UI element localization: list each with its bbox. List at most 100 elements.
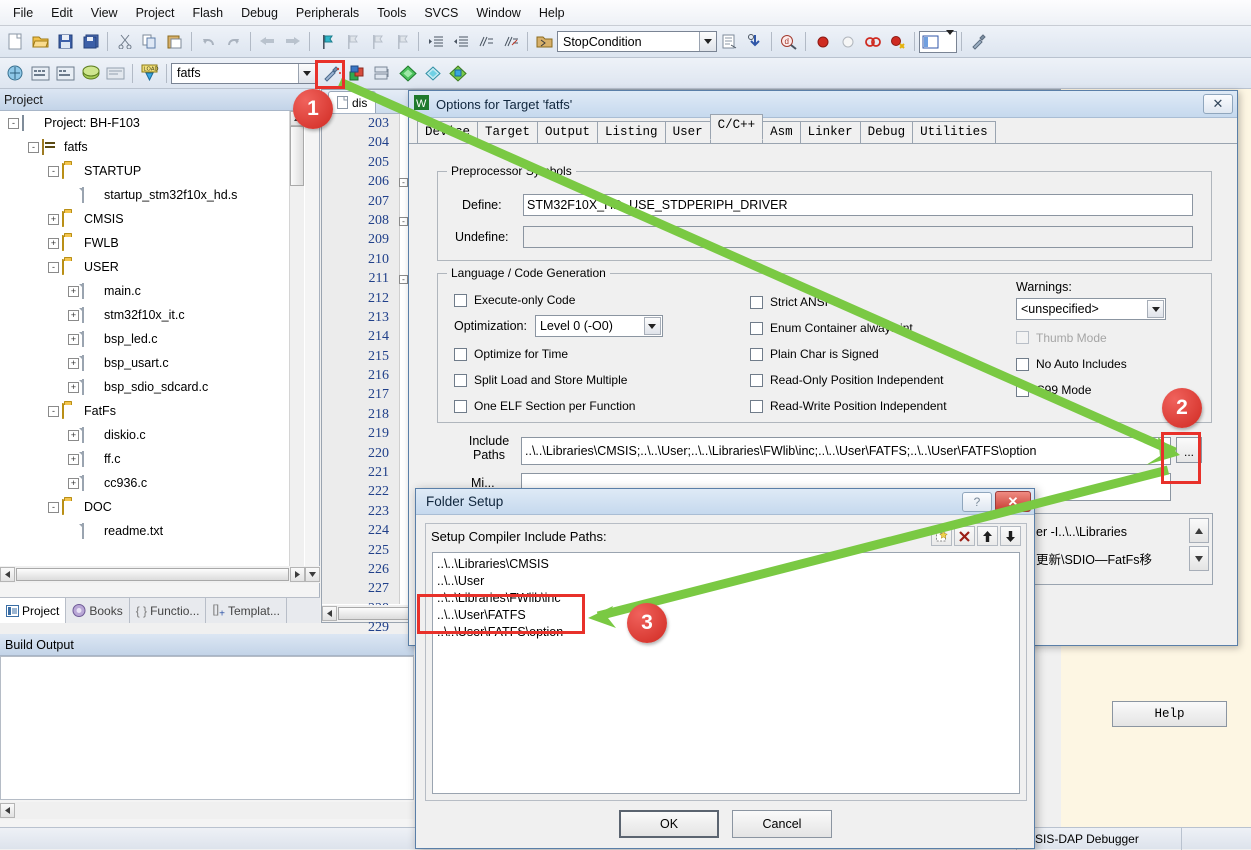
tree-item[interactable]: - STARTUP xyxy=(0,159,305,183)
insert-file-icon[interactable] xyxy=(718,30,741,53)
include-paths-list[interactable]: ..\..\Libraries\CMSIS ..\..\User ..\..\Lib… xyxy=(432,552,1020,794)
chevron-down-icon[interactable] xyxy=(643,317,661,335)
folder-setup-titlebar[interactable]: Folder Setup ? ✕ xyxy=(416,489,1034,515)
tree-item[interactable]: startup_stm32f10x_hd.s xyxy=(0,183,305,207)
new-target-icon[interactable] xyxy=(396,62,419,85)
tree-item[interactable]: + bsp_usart.c xyxy=(0,351,305,375)
checkbox-read-only-position-independent[interactable]: Read-Only Position Independent xyxy=(750,367,1020,393)
checkbox-box[interactable] xyxy=(750,347,763,361)
tab-listing[interactable]: Listing xyxy=(597,121,666,143)
include-path-item[interactable]: ..\..\User\FATFS\option xyxy=(437,624,1015,641)
manage-runtime-env-icon[interactable] xyxy=(346,62,369,85)
tab-device[interactable]: Device xyxy=(417,121,479,143)
help-icon[interactable]: ? xyxy=(962,491,992,512)
scroll-dropdown-icon[interactable] xyxy=(305,567,320,582)
expand-toggle-icon[interactable]: + xyxy=(68,477,79,489)
define-input[interactable]: STM32F10X_HD, USE_STDPERIPH_DRIVER xyxy=(523,194,1193,216)
build-output-hscrollbar[interactable] xyxy=(0,802,414,819)
scroll-up-arrow-icon[interactable] xyxy=(1189,518,1209,543)
checkbox-optimize-for-time[interactable]: Optimize for Time xyxy=(454,341,754,367)
comment-icon[interactable] xyxy=(474,30,497,53)
checkbox-box[interactable] xyxy=(750,373,763,387)
checkbox-box[interactable] xyxy=(1016,383,1029,397)
tree-item[interactable]: + bsp_sdio_sdcard.c xyxy=(0,375,305,399)
project-tree[interactable]: - Project: BH-F103- fatfs - STARTUP startup_s… xyxy=(0,111,305,569)
editor-tab[interactable]: dis xyxy=(328,91,377,113)
menu-item-edit[interactable]: Edit xyxy=(42,2,82,24)
cut-icon[interactable] xyxy=(113,30,136,53)
load-flash-icon[interactable]: LOAD xyxy=(138,62,161,85)
checkbox-execute-only-code[interactable]: Execute-only Code xyxy=(454,289,754,311)
warnings-dropdown[interactable]: <unspecified> xyxy=(1016,298,1166,320)
tab-books[interactable]: Books xyxy=(66,598,130,623)
collapse-toggle-icon[interactable]: - xyxy=(48,405,59,417)
new-component-icon[interactable] xyxy=(446,62,469,85)
help-button[interactable]: Help xyxy=(1112,701,1227,727)
expand-toggle-icon[interactable]: + xyxy=(68,357,79,369)
configuration-wizard-icon[interactable] xyxy=(967,30,990,53)
close-icon[interactable]: ✕ xyxy=(1203,94,1233,114)
expand-toggle-icon[interactable]: + xyxy=(68,333,79,345)
tree-item[interactable]: - fatfs xyxy=(0,135,305,159)
options-dialog-titlebar[interactable]: W Options for Target 'fatfs' ✕ xyxy=(409,91,1237,118)
collapse-toggle-icon[interactable]: - xyxy=(48,261,59,273)
include-path-item[interactable]: ..\..\User xyxy=(437,573,1015,590)
project-window-toggle[interactable] xyxy=(919,29,957,53)
checkbox-strict-ansi-c[interactable]: Strict ANSI C xyxy=(750,289,1020,315)
move-up-icon[interactable] xyxy=(977,526,998,546)
checkbox-plain-char-is-signed[interactable]: Plain Char is Signed xyxy=(750,341,1020,367)
checkbox-box[interactable] xyxy=(750,321,763,335)
target-options-icon[interactable] xyxy=(321,62,344,85)
cancel-button[interactable]: Cancel xyxy=(732,810,832,838)
project-tree-hscrollbar[interactable] xyxy=(0,566,320,583)
collapse-toggle-icon[interactable]: - xyxy=(8,117,19,129)
delete-path-icon[interactable] xyxy=(954,526,975,546)
multi-project-icon[interactable] xyxy=(371,62,394,85)
checkbox-box[interactable] xyxy=(750,295,763,309)
menu-item-help[interactable]: Help xyxy=(530,2,574,24)
find-icon[interactable]: d xyxy=(777,30,800,53)
tab-asm[interactable]: Asm xyxy=(762,121,801,143)
checkbox-box[interactable] xyxy=(454,347,467,361)
breakpoint-disable-all-icon[interactable] xyxy=(886,30,909,53)
include-paths-input[interactable]: ..\..\Libraries\CMSIS;..\..\User;..\..\L… xyxy=(521,437,1171,465)
tree-item[interactable]: + FWLB xyxy=(0,231,305,255)
tree-item[interactable]: + ff.c xyxy=(0,447,305,471)
bookmark-toggle-icon[interactable] xyxy=(315,30,338,53)
tab-utilities[interactable]: Utilities xyxy=(912,121,996,143)
tab-linker[interactable]: Linker xyxy=(799,121,861,143)
tab-c-cpp[interactable]: C/C++ xyxy=(709,114,764,140)
include-paths-browse-button[interactable]: ... xyxy=(1176,437,1202,463)
project-tree-vscrollbar[interactable] xyxy=(289,111,305,569)
checkbox-enum-container-always-int[interactable]: Enum Container always int xyxy=(750,315,1020,341)
include-path-item[interactable]: ..\..\Libraries\CMSIS xyxy=(437,556,1015,573)
menu-item-peripherals[interactable]: Peripherals xyxy=(287,2,368,24)
chevron-down-icon[interactable] xyxy=(946,29,954,49)
tree-item[interactable]: + diskio.c xyxy=(0,423,305,447)
tree-item[interactable]: - Project: BH-F103 xyxy=(0,111,305,135)
new-file-icon[interactable] xyxy=(4,30,27,53)
stop-condition-combo[interactable]: StopCondition xyxy=(557,31,717,52)
tree-item[interactable]: + main.c xyxy=(0,279,305,303)
scroll-down-arrow-icon[interactable] xyxy=(1189,546,1209,571)
build-target-icon[interactable] xyxy=(4,62,27,85)
breakpoint-insert-icon[interactable] xyxy=(811,30,834,53)
menu-item-file[interactable]: File xyxy=(4,2,42,24)
tab-debug[interactable]: Debug xyxy=(859,121,914,143)
save-icon[interactable] xyxy=(54,30,77,53)
breakpoint-disable-icon[interactable] xyxy=(836,30,859,53)
collapse-toggle-icon[interactable]: - xyxy=(28,141,39,153)
scroll-right-arrow-icon[interactable] xyxy=(290,567,305,582)
menu-item-svcs[interactable]: SVCS xyxy=(415,2,467,24)
stop-build-icon[interactable] xyxy=(79,62,102,85)
checkbox-box[interactable] xyxy=(454,293,467,307)
indent-icon[interactable] xyxy=(424,30,447,53)
move-down-icon[interactable] xyxy=(1000,526,1021,546)
expand-toggle-icon[interactable]: + xyxy=(48,237,59,249)
tree-item[interactable]: + cc936.c xyxy=(0,471,305,495)
include-path-item[interactable]: ..\..\Libraries\FWlib\inc xyxy=(437,590,1015,607)
menu-item-flash[interactable]: Flash xyxy=(183,2,232,24)
code-fold-icon[interactable]: - xyxy=(399,275,408,285)
checkbox-box[interactable] xyxy=(454,373,467,387)
checkbox-box[interactable] xyxy=(750,399,763,413)
